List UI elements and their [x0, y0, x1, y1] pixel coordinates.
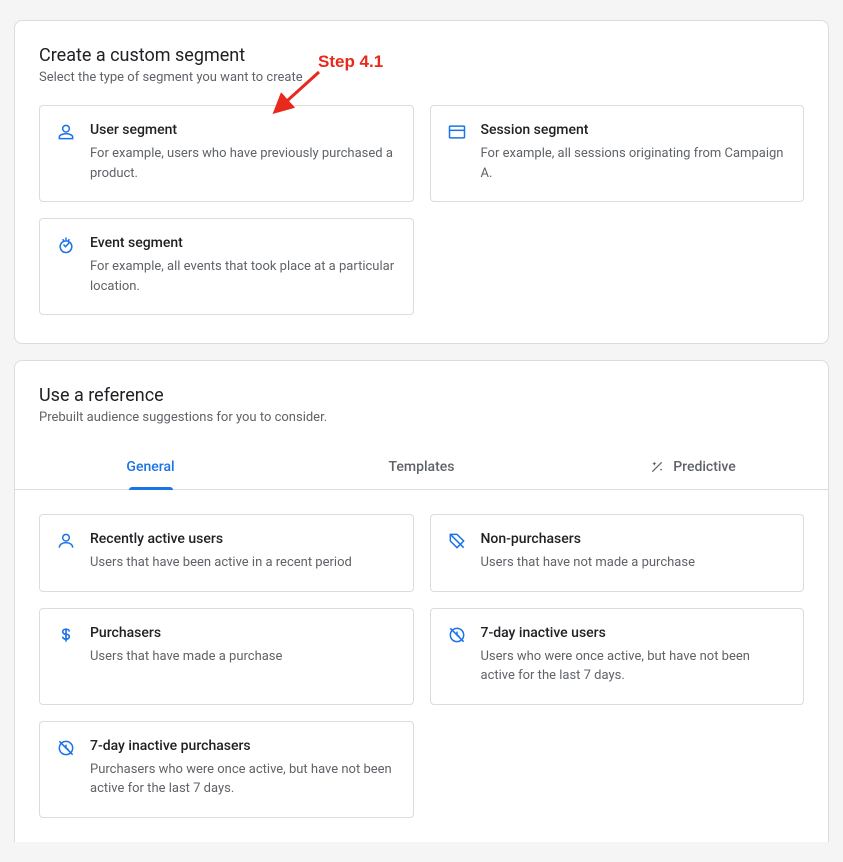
card-title: Recently active users — [90, 531, 397, 547]
create-custom-segment-panel: Create a custom segment Select the type … — [14, 20, 829, 344]
event-segment-card[interactable]: Event segment For example, all events th… — [39, 218, 414, 315]
dollar-icon — [56, 625, 76, 645]
card-desc: Users that have been active in a recent … — [90, 553, 397, 573]
card-title: Purchasers — [90, 625, 397, 641]
card-desc: For example, all sessions originating fr… — [481, 144, 788, 183]
user-icon — [56, 122, 76, 142]
purchasers-card[interactable]: Purchasers Users that have made a purcha… — [39, 608, 414, 705]
card-title: 7-day inactive purchasers — [90, 738, 397, 754]
tab-label: Predictive — [673, 459, 736, 475]
card-desc: For example, all events that took place … — [90, 257, 397, 296]
tab-label: General — [126, 459, 174, 475]
card-title: User segment — [90, 122, 397, 138]
reference-tabs: General Templates Predictive — [15, 445, 828, 490]
magic-wand-icon — [649, 459, 665, 475]
card-desc: Purchasers who were once active, but hav… — [90, 760, 397, 799]
panel-subtitle: Prebuilt audience suggestions for you to… — [39, 410, 804, 425]
card-desc: Users that have made a purchase — [90, 647, 397, 667]
panel-title: Create a custom segment — [39, 45, 804, 66]
panel-subtitle: Select the type of segment you want to c… — [39, 70, 804, 85]
panel-title: Use a reference — [39, 385, 804, 406]
card-title: Session segment — [481, 122, 788, 138]
no-tag-icon — [447, 531, 467, 551]
session-segment-card[interactable]: Session segment For example, all session… — [430, 105, 805, 202]
user-icon — [56, 531, 76, 551]
tab-general[interactable]: General — [15, 445, 286, 489]
clock-off-icon — [447, 625, 467, 645]
card-title: Event segment — [90, 235, 397, 251]
card-desc: Users who were once active, but have not… — [481, 647, 788, 686]
event-icon — [56, 235, 76, 255]
seven-day-inactive-purchasers-card[interactable]: 7-day inactive purchasers Purchasers who… — [39, 721, 414, 818]
card-desc: For example, users who have previously p… — [90, 144, 397, 183]
card-desc: Users that have not made a purchase — [481, 553, 788, 573]
card-title: Non-purchasers — [481, 531, 788, 547]
recently-active-users-card[interactable]: Recently active users Users that have be… — [39, 514, 414, 592]
card-title: 7-day inactive users — [481, 625, 788, 641]
clock-off-icon — [56, 738, 76, 758]
session-icon — [447, 122, 467, 142]
seven-day-inactive-users-card[interactable]: 7-day inactive users Users who were once… — [430, 608, 805, 705]
use-reference-panel: Use a reference Prebuilt audience sugges… — [14, 360, 829, 842]
tab-label: Templates — [389, 459, 455, 475]
tab-predictive[interactable]: Predictive — [557, 445, 828, 489]
non-purchasers-card[interactable]: Non-purchasers Users that have not made … — [430, 514, 805, 592]
tab-templates[interactable]: Templates — [286, 445, 557, 489]
user-segment-card[interactable]: User segment For example, users who have… — [39, 105, 414, 202]
